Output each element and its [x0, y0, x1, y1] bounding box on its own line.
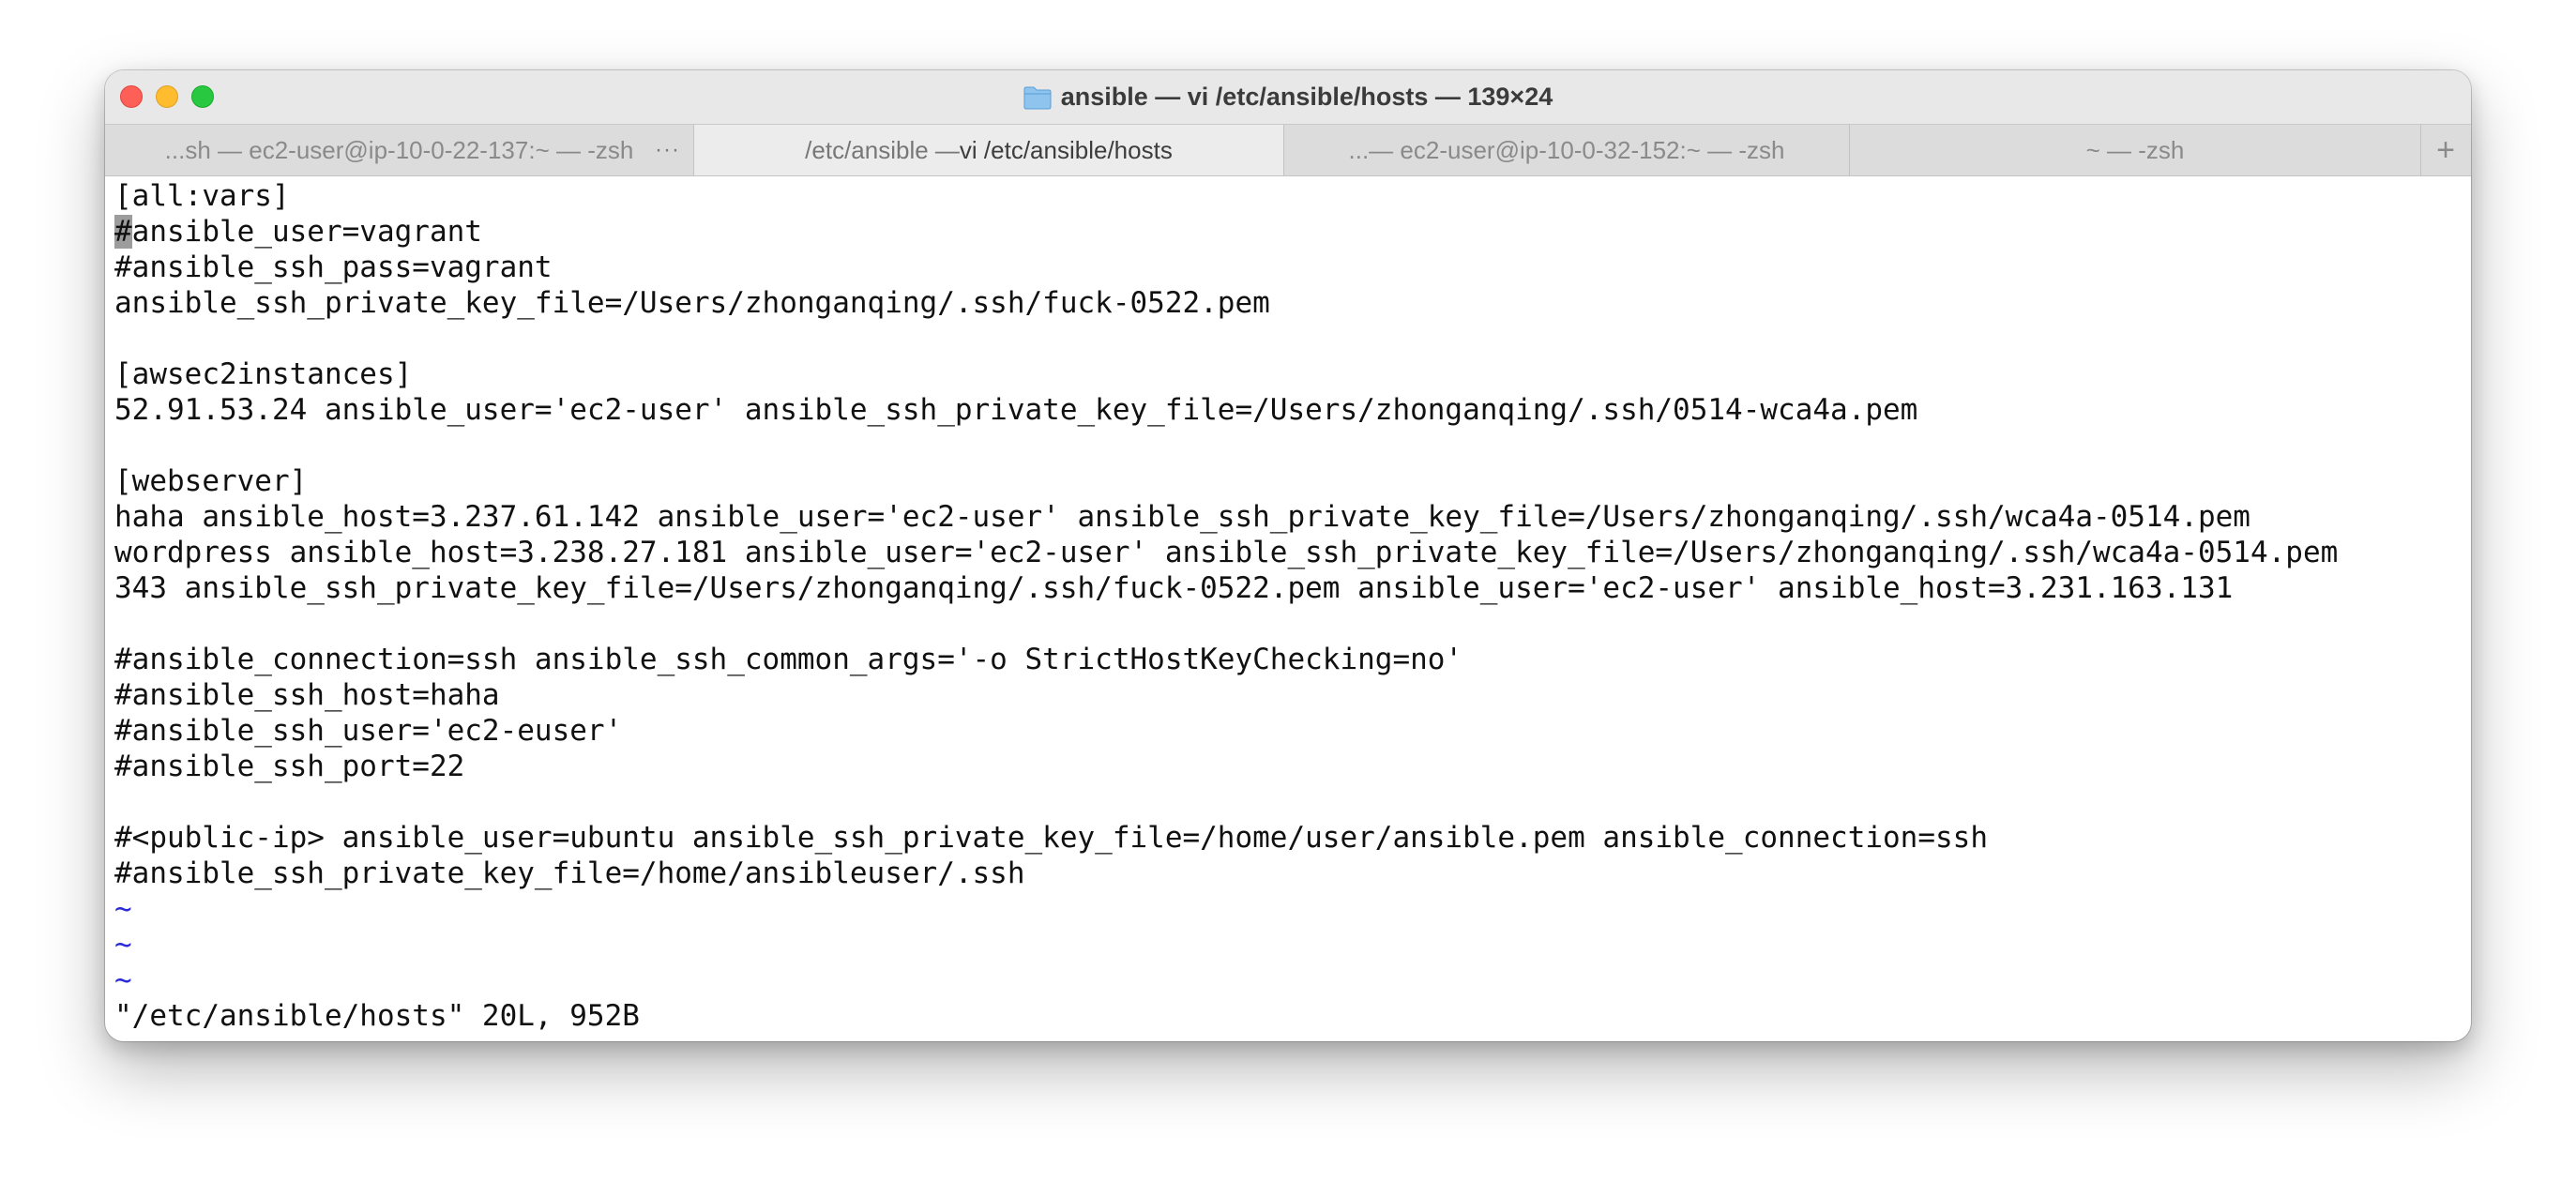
editor-line: [all:vars] — [114, 179, 290, 213]
editor-line: #ansible_ssh_port=22 — [114, 750, 465, 783]
editor-line: ansible_ssh_private_key_file=/Users/zhon… — [114, 286, 1270, 320]
more-icon[interactable]: ··· — [655, 125, 680, 175]
tab-vi-hosts[interactable]: /etc/ansible — vi /etc/ansible/hosts — [694, 125, 1284, 175]
tab-label: ...— ec2-user@ip-10-0-32-152:~ — -zsh — [1348, 135, 1785, 164]
tab-label: ...sh — ec2-user@ip-10-0-22-137:~ — -zsh — [164, 135, 634, 164]
tab-label-path: /etc/ansible — — [805, 135, 960, 164]
editor-line: [webserver] — [114, 464, 308, 498]
empty-line-tilde: ~ — [114, 963, 132, 997]
editor-line: #ansible_ssh_pass=vagrant — [114, 250, 553, 284]
editor-line: 343 ansible_ssh_private_key_file=/Users/… — [114, 571, 2234, 605]
window-title-area: ansible — vi /etc/ansible/hosts — 139×24 — [105, 70, 2471, 124]
tab-label: ~ — -zsh — [2085, 135, 2185, 164]
tab-zsh[interactable]: ~ — -zsh — [1850, 125, 2421, 175]
tab-ssh-ip-10-0-32-152[interactable]: ...— ec2-user@ip-10-0-32-152:~ — -zsh — [1284, 125, 1850, 175]
window-title: ansible — vi /etc/ansible/hosts — 139×24 — [1060, 83, 1553, 111]
editor-line: #ansible_ssh_host=haha — [114, 678, 500, 712]
editor-line: 52.91.53.24 ansible_user='ec2-user' ansi… — [114, 393, 1918, 427]
editor-line: wordpress ansible_host=3.238.27.181 ansi… — [114, 536, 2339, 569]
tab-ssh-ip-10-0-22-137[interactable]: ...sh — ec2-user@ip-10-0-22-137:~ — -zsh… — [105, 125, 694, 175]
empty-line-tilde: ~ — [114, 892, 132, 926]
vi-editor-buffer[interactable]: [all:vars] #ansible_user=vagrant #ansibl… — [114, 178, 2462, 1041]
text-cursor: # — [114, 215, 132, 249]
vi-status-line: "/etc/ansible/hosts" 20L, 952B — [114, 999, 640, 1033]
editor-line-text: ansible_user=vagrant — [131, 215, 482, 249]
editor-line: [awsec2instances] — [114, 357, 413, 391]
editor-line: #<public-ip> ansible_user=ubuntu ansible… — [114, 821, 1989, 855]
tab-bar: ...sh — ec2-user@ip-10-0-22-137:~ — -zsh… — [105, 124, 2471, 176]
title-bar[interactable]: ansible — vi /etc/ansible/hosts — 139×24 — [105, 70, 2471, 124]
empty-line-tilde: ~ — [114, 928, 132, 962]
terminal-window: ansible — vi /etc/ansible/hosts — 139×24… — [105, 70, 2471, 1041]
tab-label: vi /etc/ansible/hosts — [959, 135, 1173, 164]
editor-line-cursor: #ansible_user=vagrant — [114, 214, 2462, 250]
editor-line: haha ansible_host=3.237.61.142 ansible_u… — [114, 500, 2250, 534]
folder-icon — [1023, 86, 1052, 109]
editor-line: #ansible_ssh_user='ec2-euser' — [114, 714, 623, 748]
editor-line: #ansible_connection=ssh ansible_ssh_comm… — [114, 643, 1463, 676]
editor-line: #ansible_ssh_private_key_file=/home/ansi… — [114, 856, 1025, 890]
new-tab-button[interactable]: + — [2421, 125, 2470, 175]
